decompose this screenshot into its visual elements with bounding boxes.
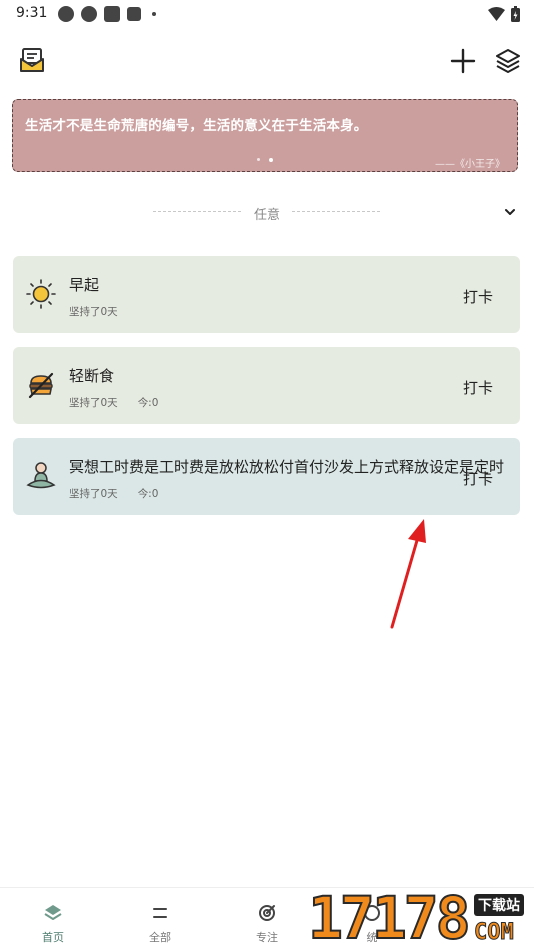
app-notification-icon xyxy=(58,6,74,22)
filter-row[interactable]: 任意 xyxy=(0,200,534,224)
habit-title: 冥想工时费是工时费是放松放松付首付沙发上方式释放设定是定时 xyxy=(69,458,505,476)
habit-card[interactable]: 冥想工时费是工时费是放松放松付首付沙发上方式释放设定是定时 坚持了0天 今:0 … xyxy=(13,438,520,515)
nav-item-home[interactable]: 首页 xyxy=(23,902,83,945)
quote-text: 生活才不是生命荒唐的编号，生活的意义在于生活本身。 xyxy=(25,118,368,134)
filter-divider-right xyxy=(292,211,380,212)
app-notification-icon xyxy=(81,6,97,22)
sun-icon xyxy=(26,279,56,309)
nav-item-all[interactable]: 全部 xyxy=(130,902,190,945)
add-icon[interactable] xyxy=(448,46,478,76)
menu-icon xyxy=(153,908,167,918)
habit-title: 早起 xyxy=(69,276,100,294)
habit-streak: 坚持了0天 xyxy=(69,488,118,500)
app-header xyxy=(0,42,534,82)
habit-today-count: 今:0 xyxy=(137,397,159,409)
nav-item-focus[interactable]: 专注 xyxy=(237,902,297,945)
status-right-icons xyxy=(488,6,520,22)
mail-icon[interactable] xyxy=(18,46,46,74)
nav-label: 专注 xyxy=(256,931,278,944)
quote-banner[interactable]: 生活才不是生命荒唐的编号，生活的意义在于生活本身。 ——《小王子》 xyxy=(12,99,518,172)
habit-today-count: 今:0 xyxy=(137,488,159,500)
nav-label: 全部 xyxy=(149,931,171,944)
filter-label: 任意 xyxy=(253,208,280,223)
status-time: 9:31 xyxy=(16,5,48,21)
carousel-dot xyxy=(257,158,260,161)
battery-icon xyxy=(511,6,520,22)
checkin-button[interactable]: 打卡 xyxy=(463,468,493,489)
habit-streak: 坚持了0天 xyxy=(69,397,118,409)
quote-source: ——《小王子》 xyxy=(435,159,505,170)
habit-card[interactable]: 早起 坚持了0天 打卡 xyxy=(13,256,520,333)
watermark-digits: 17178 xyxy=(307,884,472,952)
red-arrow-annotation xyxy=(390,519,426,629)
habit-title: 轻断食 xyxy=(69,367,115,385)
status-notification-icons xyxy=(58,6,156,22)
burger-off-icon xyxy=(28,372,54,399)
habit-streak: 坚持了0天 xyxy=(69,306,118,318)
app-notification-icon xyxy=(104,6,120,22)
habit-meta: 坚持了0天 今:0 xyxy=(69,395,158,410)
habit-meta: 坚持了0天 今:0 xyxy=(69,486,158,501)
more-notifications-icon xyxy=(152,12,156,16)
site-watermark: 17178 下载站 COM xyxy=(307,884,534,952)
watermark-com: COM xyxy=(474,920,515,946)
chevron-down-icon[interactable] xyxy=(503,205,517,219)
habit-meta: 坚持了0天 xyxy=(69,304,118,319)
watermark-box-text: 下载站 xyxy=(474,894,524,916)
nav-label: 首页 xyxy=(42,931,64,944)
checkin-button[interactable]: 打卡 xyxy=(463,286,493,307)
carousel-dot-active xyxy=(269,158,273,162)
wifi-icon xyxy=(488,7,505,21)
checkin-button[interactable]: 打卡 xyxy=(463,377,493,398)
status-bar: 9:31 xyxy=(0,0,534,28)
habit-card[interactable]: 轻断食 坚持了0天 今:0 打卡 xyxy=(13,347,520,424)
layers-icon[interactable] xyxy=(493,46,523,76)
target-icon xyxy=(259,905,275,921)
home-layers-icon xyxy=(44,905,62,920)
a-badge-icon xyxy=(127,7,141,21)
carousel-dots xyxy=(257,158,273,162)
meditation-icon xyxy=(26,462,56,489)
